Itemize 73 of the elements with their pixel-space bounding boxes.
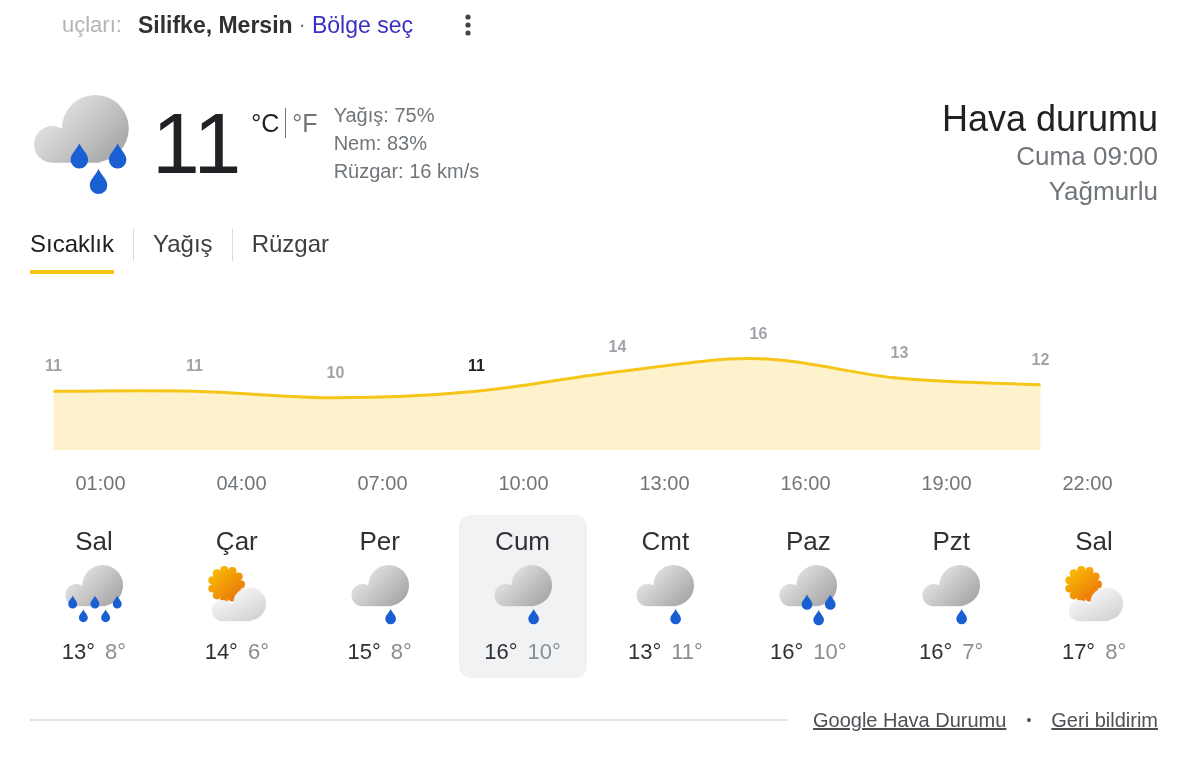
day-forecast[interactable]: Pzt 16° 7° [887,515,1016,678]
location-name: Silifke, Mersin [137,11,293,39]
low-temperature: 8° [105,640,127,664]
low-temperature: 11° [671,640,703,664]
low-temperature: 6° [247,640,269,664]
rain-cloud-icon [348,565,411,627]
tab[interactable]: Yağış [153,226,213,274]
time-label: 07:00 [357,472,408,494]
value-label: 11 [186,357,203,375]
time-label: 22:00 [1062,472,1113,494]
value-label: 10 [326,363,345,381]
day-forecast[interactable]: Sal 17° 8° [1030,515,1158,678]
more-menu-icon [464,14,471,36]
date-time: Cuma 09:00 [1016,140,1158,173]
rain-cloud-icon [920,565,983,627]
unit-option[interactable]: °F [292,109,318,137]
high-temperature: 14° [204,640,238,664]
high-temperature: 13° [627,640,662,664]
day-name: Pzt [932,527,970,555]
tab[interactable]: Sıcaklık [30,226,115,274]
value-label: 16 [749,324,768,342]
time-label: 01:00 [75,472,126,494]
day-name: Per [359,527,400,555]
day-forecast[interactable]: Cmt 13° 11° [601,515,730,678]
rain-cloud-icon [777,565,840,627]
condition-text: Yağmurlu [1048,175,1158,208]
low-temperature: 8° [1105,640,1127,664]
value-label: 11 [45,357,62,375]
day-name: Çar [215,527,258,555]
day-name: Cmt [641,527,690,555]
footer-link[interactable]: Geri bildirim [1051,708,1158,732]
weather-detail: Yağış: 75% [333,103,436,128]
high-temperature: 16° [919,640,953,664]
high-temperature: 13° [61,640,96,664]
unit-option[interactable]: °C [251,109,280,137]
high-temperature: 16° [770,640,804,664]
high-temperature: 16° [484,640,518,664]
time-label: 16:00 [780,472,831,494]
footer-link[interactable]: Google Hava Durumu [812,708,1007,732]
rain-cloud-icon [491,565,554,627]
time-label: 04:00 [216,472,267,494]
high-temperature: 17° [1061,640,1096,664]
day-forecast[interactable]: Per 15° 8° [315,515,444,678]
low-temperature: 10° [813,640,847,664]
weather-detail: Nem: 83% [333,131,428,156]
low-temperature: 7° [962,640,984,664]
value-label: 11 [468,357,485,375]
temperature-value: 11 [152,100,242,186]
time-label: 10:00 [498,472,549,494]
region-link[interactable]: Bölge seç [311,11,413,39]
day-forecast[interactable]: Cum 16° 10° [458,515,587,678]
day-forecast[interactable]: Paz 16° 10° [744,515,873,678]
time-label: 19:00 [921,472,972,494]
rain-cloud-icon [634,565,697,627]
high-temperature: 15° [347,640,381,664]
day-name: Sal [75,527,113,555]
time-label: 13:00 [639,472,690,494]
day-name: Paz [785,527,831,555]
low-temperature: 8° [390,640,412,664]
weather-title: Hava durumu [941,98,1158,139]
low-temperature: 10° [527,640,561,664]
day-name: Cum [495,527,550,555]
value-label: 12 [1031,350,1050,368]
separator-dot: • [1026,712,1032,728]
separator-dot: · [298,12,306,38]
day-forecast[interactable]: Sal 13° 8° [30,515,158,678]
day-name: Sal [1075,527,1113,555]
day-forecast[interactable]: Çar 14° 6° [172,515,301,678]
tab[interactable]: Rüzgar [251,226,329,274]
faded-label: uçları: [62,12,122,38]
weather-detail: Rüzgar: 16 km/s [333,159,480,184]
value-label: 14 [608,337,627,355]
value-label: 13 [890,344,909,362]
